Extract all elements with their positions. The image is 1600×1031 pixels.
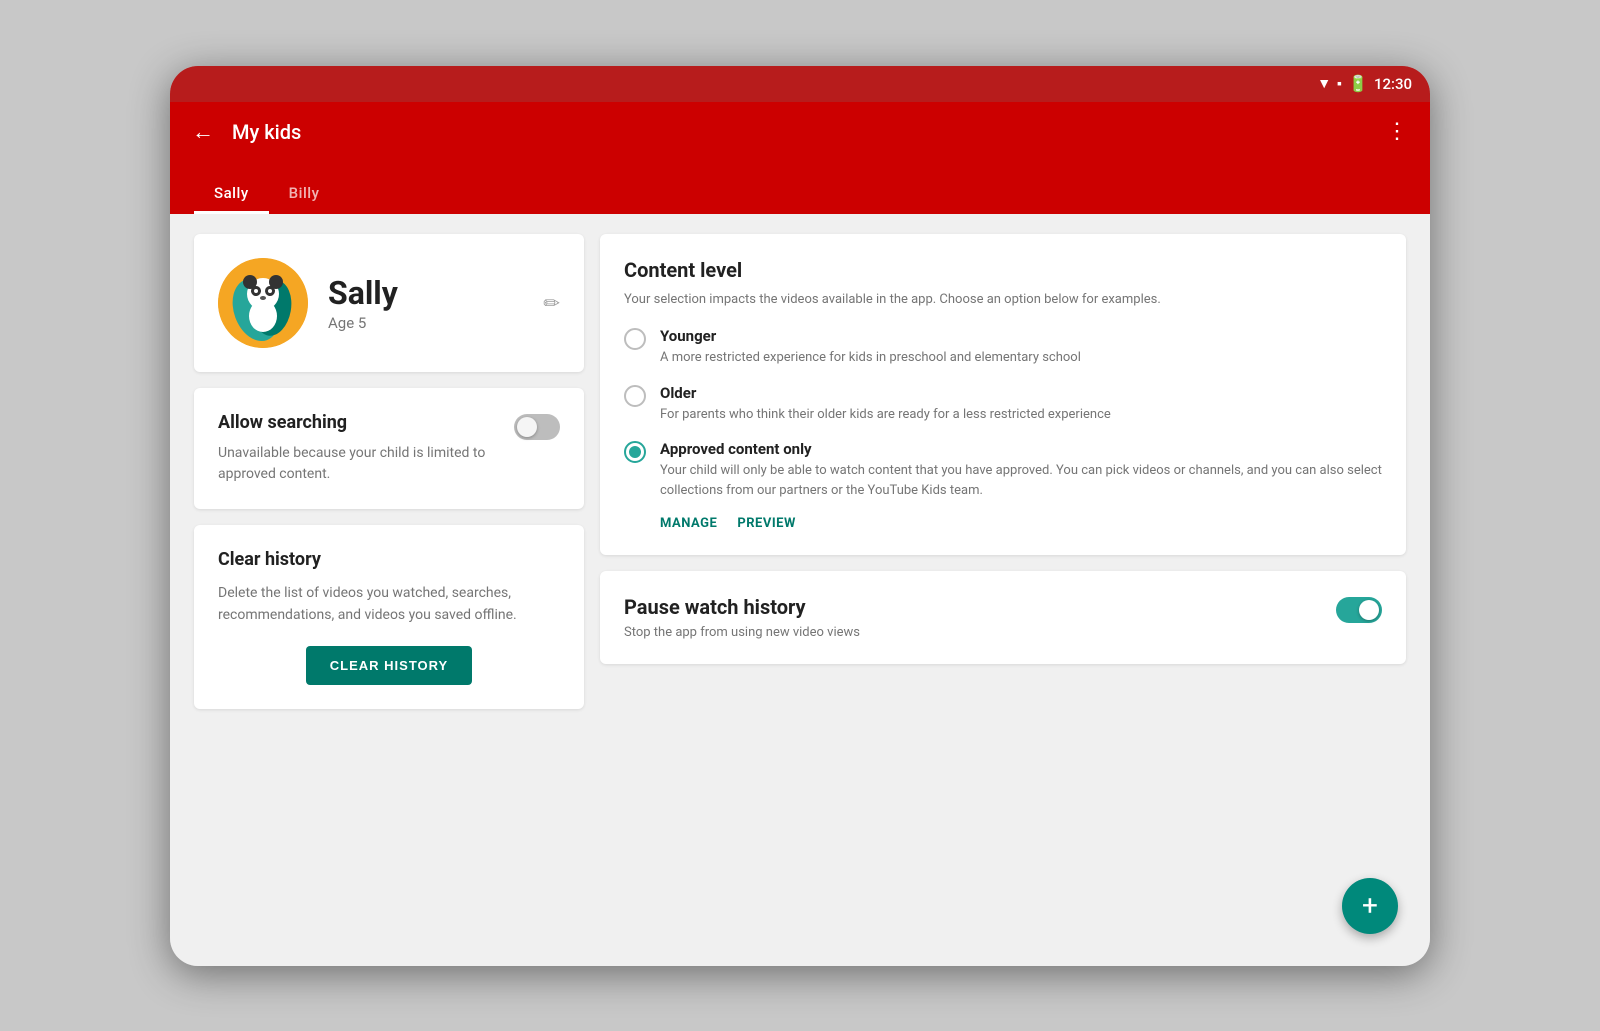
wifi-icon: ▼ [1317,75,1331,92]
avatar [218,258,308,348]
preview-link[interactable]: PREVIEW [737,516,796,531]
clear-history-description: Delete the list of videos you watched, s… [218,582,560,627]
fab-add-button[interactable]: + [1342,878,1398,934]
content-level-card: Content level Your selection impacts the… [600,234,1406,556]
status-time: 12:30 [1374,75,1412,93]
approved-description: Your child will only be able to watch co… [660,461,1382,500]
clear-history-title: Clear history [218,549,560,570]
status-bar: ▼ ▪ 🔋 12:30 [170,66,1430,102]
toggle-thumb [517,417,537,437]
approved-label: Approved content only [660,440,1382,458]
allow-searching-description: Unavailable because your child is limite… [218,443,502,485]
edit-profile-button[interactable]: ✏ [543,291,560,315]
option-younger: Younger A more restricted experience for… [624,327,1382,368]
approved-content: Approved content only Your child will on… [660,440,1382,500]
allow-searching-row: Allow searching Unavailable because your… [218,412,560,485]
content-level-title: Content level [624,258,1382,282]
pause-watch-history-card: Pause watch history Stop the app from us… [600,571,1406,664]
main-content: Sally Age 5 ✏ Allow searching Unavailabl… [170,214,1430,966]
tab-bar: Sally Billy [170,162,1430,214]
older-description: For parents who think their older kids a… [660,405,1111,425]
right-column: Content level Your selection impacts the… [600,234,1406,946]
pause-toggle-track [1336,597,1382,623]
pause-toggle-thumb [1359,600,1379,620]
tab-billy[interactable]: Billy [269,172,340,214]
pause-title: Pause watch history [624,595,860,619]
toggle-track [514,414,560,440]
avatar-image [218,258,308,348]
tablet-frame: ▼ ▪ 🔋 12:30 ← My kids ⋮ Sally Billy [170,66,1430,966]
pause-content: Pause watch history Stop the app from us… [624,595,860,640]
app-bar: ← My kids ⋮ [170,102,1430,162]
younger-description: A more restricted experience for kids in… [660,348,1081,368]
younger-label: Younger [660,327,1081,345]
younger-content: Younger A more restricted experience for… [660,327,1081,368]
pause-description: Stop the app from using new video views [624,625,860,640]
tab-sally[interactable]: Sally [194,172,269,214]
battery-icon: 🔋 [1348,74,1368,93]
signal-icon: ▪ [1337,75,1342,92]
radio-younger[interactable] [624,328,646,350]
older-content: Older For parents who think their older … [660,384,1111,425]
radio-approved[interactable] [624,441,646,463]
profile-info: Sally Age 5 [328,274,523,332]
pause-toggle[interactable] [1336,597,1382,623]
back-button[interactable]: ← [186,113,220,151]
clear-history-button[interactable]: CLEAR HISTORY [306,646,472,685]
left-column: Sally Age 5 ✏ Allow searching Unavailabl… [194,234,584,946]
allow-searching-title: Allow searching [218,412,502,433]
option-approved: Approved content only Your child will on… [624,440,1382,500]
content-level-description: Your selection impacts the videos availa… [624,290,1382,310]
profile-age: Age 5 [328,314,523,332]
allow-searching-toggle[interactable] [514,414,560,440]
more-options-button[interactable]: ⋮ [1380,113,1414,150]
radio-older[interactable] [624,385,646,407]
profile-name: Sally [328,274,523,312]
clear-history-card: Clear history Delete the list of videos … [194,525,584,710]
older-label: Older [660,384,1111,402]
manage-link[interactable]: MANAGE [660,516,717,531]
status-icons: ▼ ▪ 🔋 12:30 [1317,74,1412,93]
option-older: Older For parents who think their older … [624,384,1382,425]
approved-actions: MANAGE PREVIEW [660,516,1382,531]
allow-searching-card: Allow searching Unavailable because your… [194,388,584,509]
profile-card: Sally Age 5 ✏ [194,234,584,372]
allow-searching-content: Allow searching Unavailable because your… [218,412,502,485]
app-bar-title: My kids [232,120,1368,144]
